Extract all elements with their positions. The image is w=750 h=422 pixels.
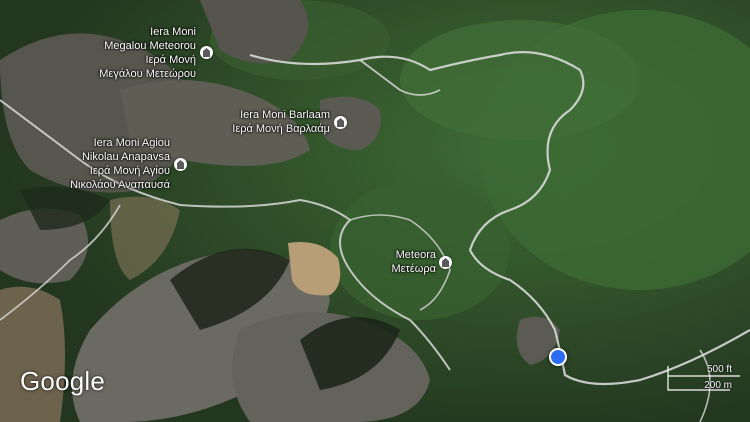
place-label-line: Iera Moni xyxy=(150,26,196,38)
monastery-icon[interactable] xyxy=(334,116,347,129)
scale-label-metric: 500 ft xyxy=(706,364,732,375)
monastery-icon[interactable] xyxy=(439,256,452,269)
current-location-dot[interactable] xyxy=(549,348,567,366)
place-label-meteora[interactable]: Meteora Μετέωρα xyxy=(391,248,436,276)
place-label-line: Meteora xyxy=(395,249,436,261)
place-label-line: Ιερά Μονή xyxy=(145,54,196,66)
place-label-agiou-nikolau[interactable]: Iera Moni Agiou Nikolau Anapavsa Ιερά Μο… xyxy=(70,136,170,192)
place-label-line: Ιερά Μονή Αγίου xyxy=(89,165,170,177)
place-label-line: Ιερά Μονή Βαρλαάμ xyxy=(232,123,330,135)
place-label-barlaam[interactable]: Iera Moni Barlaam Ιερά Μονή Βαρλαάμ xyxy=(232,108,330,136)
place-label-megalou-meteorou[interactable]: Iera Moni Megalou Meteorou Ιερά Μονή Μεγ… xyxy=(99,25,196,81)
monastery-icon[interactable] xyxy=(200,46,213,59)
place-label-line: Μεγάλου Μετεώρου xyxy=(99,68,196,80)
scale-bar: 500 ft 200 m xyxy=(664,360,744,396)
place-label-line: Iera Moni Agiou xyxy=(93,137,170,149)
monastery-icon[interactable] xyxy=(174,158,187,171)
satellite-map[interactable]: Iera Moni Megalou Meteorou Ιερά Μονή Μεγ… xyxy=(0,0,750,422)
place-label-line: Megalou Meteorou xyxy=(104,40,196,52)
place-label-line: Nikolau Anapavsa xyxy=(81,151,170,163)
place-label-line: Μετέωρα xyxy=(391,263,436,275)
google-logo: Google xyxy=(20,366,106,396)
place-label-line: Iera Moni Barlaam xyxy=(240,109,330,121)
scale-label-imperial: 200 m xyxy=(704,380,732,391)
place-label-line: Νικολάου Αναπαυσά xyxy=(70,179,170,191)
